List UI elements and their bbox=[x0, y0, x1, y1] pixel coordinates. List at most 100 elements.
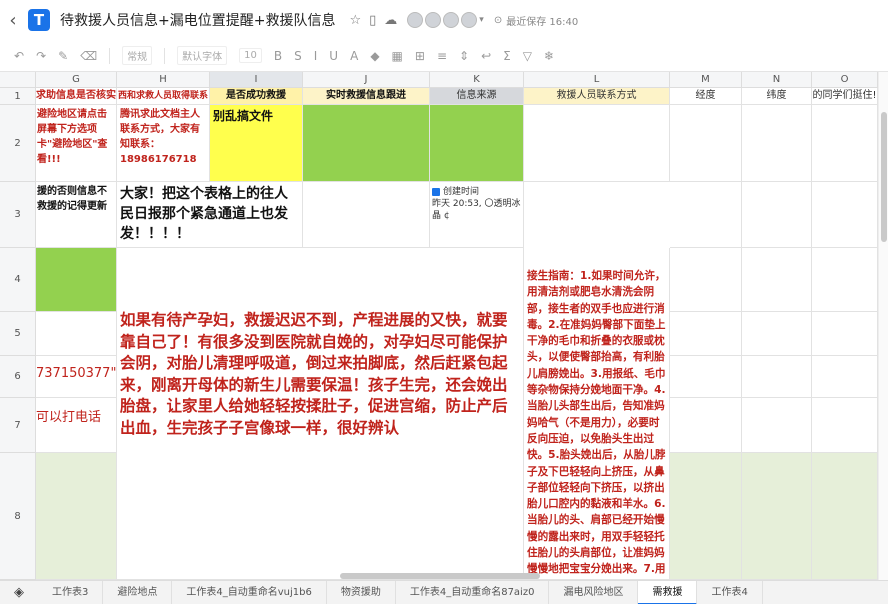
horizontal-scroll-thumb[interactable] bbox=[340, 573, 540, 579]
column-header-g[interactable]: G bbox=[36, 72, 117, 88]
column-header-m[interactable]: M bbox=[670, 72, 742, 88]
cell-h1[interactable]: 西和求救人员取得联系 bbox=[117, 88, 210, 105]
cell-l2[interactable] bbox=[524, 105, 670, 182]
cell-m4[interactable] bbox=[670, 248, 742, 312]
tab-sheet-4[interactable]: 工作表4 bbox=[697, 580, 763, 604]
style-select[interactable]: 常规 bbox=[122, 46, 153, 65]
function-icon[interactable]: Σ bbox=[503, 49, 511, 63]
cell-n1[interactable]: 纬度 bbox=[742, 88, 812, 105]
row-header-5[interactable]: 5 bbox=[0, 312, 36, 356]
cell-g7[interactable]: 可以打电话 bbox=[36, 398, 117, 453]
cell-o6[interactable] bbox=[812, 356, 878, 398]
freeze-icon[interactable]: ❄ bbox=[544, 49, 554, 63]
cell-o4[interactable] bbox=[812, 248, 878, 312]
tab-needs-rescue[interactable]: 需救援 bbox=[638, 580, 698, 604]
avatar[interactable] bbox=[407, 12, 424, 28]
cell-j2[interactable] bbox=[303, 105, 430, 182]
column-header-l[interactable]: L bbox=[524, 72, 670, 88]
cell-g2[interactable]: 避险地区请点击屏幕下方选项卡"避险地区"查看!!! bbox=[36, 105, 117, 182]
format-painter-icon[interactable]: ✎ bbox=[58, 49, 68, 63]
column-header-o[interactable]: O bbox=[812, 72, 878, 88]
italic-icon[interactable]: I bbox=[314, 49, 318, 63]
row-header-8[interactable]: 8 bbox=[0, 453, 36, 580]
collaborator-avatars[interactable]: ▾ bbox=[407, 12, 484, 28]
cell-o3[interactable] bbox=[812, 182, 878, 248]
cell-m3[interactable] bbox=[670, 182, 742, 248]
cell-o7[interactable] bbox=[812, 398, 878, 453]
font-size-select[interactable]: 10 bbox=[239, 48, 262, 63]
wrap-icon[interactable]: ↩ bbox=[481, 49, 491, 63]
cell-l1[interactable]: 救援人员联系方式 bbox=[524, 88, 670, 105]
cloud-icon[interactable]: ☁ bbox=[384, 13, 397, 28]
row-header-3[interactable]: 3 bbox=[0, 182, 36, 248]
column-header-k[interactable]: K bbox=[430, 72, 524, 88]
cell-n6[interactable] bbox=[742, 356, 812, 398]
row-header-1[interactable]: 1 bbox=[0, 88, 36, 105]
tab-sheet-4-vuj1b6[interactable]: 工作表4_自动重命名vuj1b6 bbox=[172, 580, 327, 604]
cell-m8[interactable] bbox=[670, 453, 742, 580]
cell-j3[interactable] bbox=[303, 182, 430, 248]
document-title[interactable]: 待救援人员信息+漏电位置提醒+救援队信息 bbox=[60, 10, 335, 30]
spreadsheet-grid[interactable]: G H I J K L M N O 1 2 3 4 5 6 7 8 求助信息是否… bbox=[0, 72, 878, 580]
bold-icon[interactable]: B bbox=[274, 49, 282, 63]
strikethrough-icon[interactable]: S bbox=[294, 49, 302, 63]
vertical-scrollbar[interactable] bbox=[878, 72, 888, 580]
cell-n2[interactable] bbox=[742, 105, 812, 182]
cell-n5[interactable] bbox=[742, 312, 812, 356]
tab-shelter-locations[interactable]: 避险地点 bbox=[103, 580, 173, 604]
cell-i1[interactable]: 是否成功救援 bbox=[210, 88, 303, 105]
cell-h2[interactable]: 腾讯求此文档主人联系方式，大家有知联系：18986176718 bbox=[117, 105, 210, 182]
back-chevron-icon[interactable]: ‹ bbox=[2, 10, 24, 31]
column-header-j[interactable]: J bbox=[303, 72, 430, 88]
tab-sheet-4-87aiz0[interactable]: 工作表4_自动重命名87aiz0 bbox=[396, 580, 550, 604]
cell-m7[interactable] bbox=[670, 398, 742, 453]
cell-m2[interactable] bbox=[670, 105, 742, 182]
vertical-scroll-thumb[interactable] bbox=[881, 112, 887, 242]
filter-icon[interactable]: ▽ bbox=[523, 49, 532, 63]
cell-g5[interactable] bbox=[36, 312, 117, 356]
cell-k3[interactable]: 创建时间 昨天 20:53, 〇透明冰晶 ¢ bbox=[430, 182, 524, 248]
font-select[interactable]: 默认字体 bbox=[177, 46, 228, 65]
row-header-2[interactable]: 2 bbox=[0, 105, 36, 182]
row-header-6[interactable]: 6 bbox=[0, 356, 36, 398]
avatar[interactable] bbox=[461, 12, 478, 28]
cell-m6[interactable] bbox=[670, 356, 742, 398]
border-icon[interactable]: ▦ bbox=[392, 49, 403, 63]
cell-k1[interactable]: 信息来源 bbox=[430, 88, 524, 105]
avatar[interactable] bbox=[443, 12, 460, 28]
chevron-down-icon[interactable]: ▾ bbox=[479, 15, 484, 25]
valign-icon[interactable]: ⇕ bbox=[459, 49, 469, 63]
cell-o8[interactable] bbox=[812, 453, 878, 580]
star-icon[interactable]: ☆ bbox=[349, 13, 361, 28]
cell-l4-merged-birth-guide[interactable]: 接生指南：1.如果时间允许，用清洁剂或肥皂水清洗会阴部，接生者的双手也应进行消毒… bbox=[524, 248, 670, 580]
undo-icon[interactable]: ↶ bbox=[14, 49, 24, 63]
cell-h3[interactable]: 大家！把这个表格上的往人民日报那个紧急通道上也发发！！！！ bbox=[117, 182, 303, 248]
cell-k2[interactable] bbox=[430, 105, 524, 182]
column-header-i[interactable]: I bbox=[210, 72, 303, 88]
row-header-4[interactable]: 4 bbox=[0, 248, 36, 312]
row-header-7[interactable]: 7 bbox=[0, 398, 36, 453]
cell-o1[interactable]: 的同学们挺住! bbox=[812, 88, 878, 105]
fill-color-icon[interactable]: ◆ bbox=[370, 49, 379, 63]
merge-icon[interactable]: ⊞ bbox=[415, 49, 425, 63]
cell-g8[interactable] bbox=[36, 453, 117, 580]
cell-g6[interactable]: 737150377" bbox=[36, 356, 117, 398]
cell-g1[interactable]: 求助信息是否核实 bbox=[36, 88, 117, 105]
cell-m5[interactable] bbox=[670, 312, 742, 356]
cell-m1[interactable]: 经度 bbox=[670, 88, 742, 105]
cell-j1[interactable]: 实时救援信息跟进 bbox=[303, 88, 430, 105]
cell-g4[interactable] bbox=[36, 248, 117, 312]
tab-sheet-3[interactable]: 工作表3 bbox=[38, 580, 104, 604]
cell-h4-merged-birth-advice[interactable]: 如果有待产孕妇，救援迟迟不到，产程进展的又快，就要靠自己了！有很多没到医院就自娩… bbox=[117, 248, 524, 580]
cell-n8[interactable] bbox=[742, 453, 812, 580]
tab-supplies-aid[interactable]: 物资援助 bbox=[327, 580, 396, 604]
cell-n3[interactable] bbox=[742, 182, 812, 248]
cell-i2[interactable]: 别乱搞文件 bbox=[210, 105, 303, 182]
column-header-n[interactable]: N bbox=[742, 72, 812, 88]
clear-format-icon[interactable]: ⌫ bbox=[80, 49, 97, 63]
app-logo-icon[interactable]: T bbox=[28, 9, 50, 31]
sheets-menu-icon[interactable]: ◈ bbox=[0, 585, 38, 600]
cell-o2[interactable] bbox=[812, 105, 878, 182]
redo-icon[interactable]: ↷ bbox=[36, 49, 46, 63]
underline-icon[interactable]: U bbox=[329, 49, 338, 63]
